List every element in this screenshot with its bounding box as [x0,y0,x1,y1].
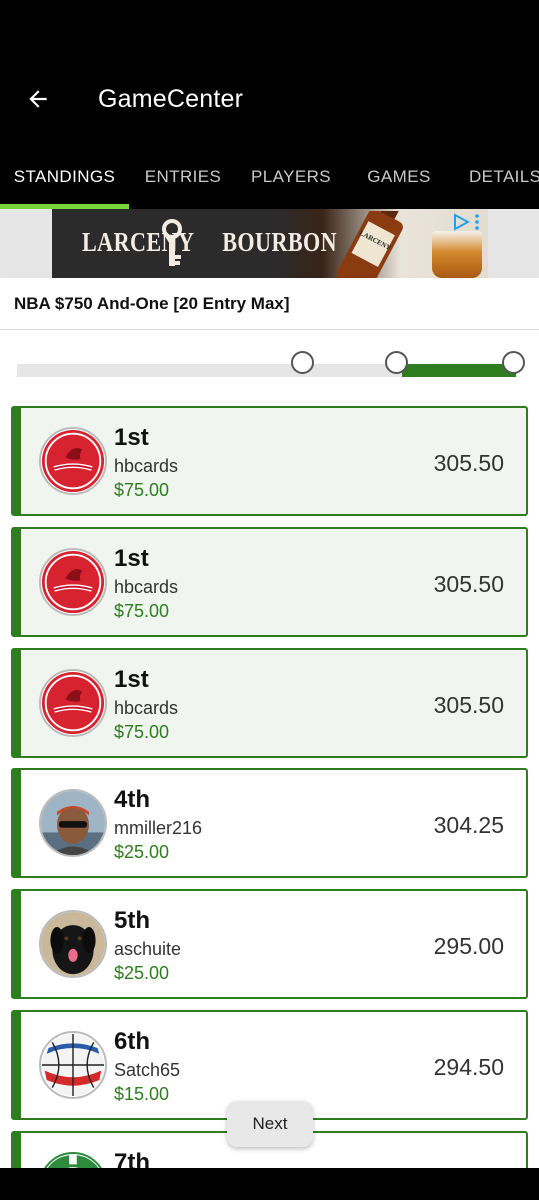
page-title: GameCenter [98,85,244,113]
score: 304.25 [433,812,504,838]
username: hbcards [114,456,179,476]
basketball-icon [41,1033,105,1097]
prize-amount: $75.00 [114,601,170,621]
poker-chip-icon [47,1154,99,1168]
slider-node[interactable] [385,351,408,374]
ad-text-right: BOURBON [222,227,338,257]
standing-card[interactable]: 1st hbcards $75.00 305.50 [11,527,528,637]
avatar [39,427,107,495]
whiskey-glass-image [432,231,482,278]
score: 295.00 [433,933,504,959]
user-photo-icon [41,791,105,855]
tab-games[interactable]: GAMES [345,145,453,209]
arrow-left-icon [29,90,47,108]
contest-name: NBA $750 And-One [20 Entry Max] [14,294,290,313]
username: Satch65 [114,1060,181,1080]
avatar [39,1031,107,1099]
prize-amount: $75.00 [114,480,170,500]
dog-photo-icon [41,912,105,976]
score: 305.50 [433,692,504,718]
rank: 6th [114,1028,150,1055]
rank: 1st [114,424,149,451]
cardinals-logo-icon [41,429,105,493]
slider-fill [402,364,516,377]
username: aschuite [114,939,182,959]
standing-card[interactable]: 1st hbcards $75.00 305.50 [11,648,528,758]
ad-banner-container: LARCENY BOURBON LARCENY [0,209,539,278]
prize-amount: $25.00 [114,842,170,862]
prize-amount: $15.00 [114,1084,170,1104]
standing-card[interactable]: 1st hbcards $75.00 305.50 [11,406,528,516]
ad-menu-icon[interactable] [474,214,480,230]
rank: 4th [114,786,150,813]
rank: 5th [114,907,150,934]
prize-amount: $75.00 [114,722,170,742]
back-button[interactable] [16,77,60,121]
avatar [39,548,107,616]
avatar [39,910,107,978]
username: hbcards [114,698,179,718]
next-button[interactable]: Next [227,1101,313,1147]
ad-brand-text: LARCENY BOURBON [82,227,337,258]
avatar [39,669,107,737]
ad-play-icon[interactable] [452,213,470,231]
standing-card[interactable]: 4th mmiller216 $25.00 304.25 [11,768,528,878]
bourbon-bottle-image: LARCENY [337,211,407,278]
tab-players[interactable]: PLAYERS [237,145,345,209]
key-icon [162,219,182,266]
score: 305.50 [433,450,504,476]
tab-standings[interactable]: STANDINGS [0,145,129,209]
standings-content: 1st hbcards $75.00 305.50 1st hbcards $7… [0,330,539,1168]
tab-details[interactable]: DETAILS [453,145,539,209]
slider-node-selected[interactable] [502,351,525,374]
username: mmiller216 [114,818,203,838]
standing-card[interactable]: 5th aschuite $25.00 295.00 [11,889,528,999]
slider-node[interactable] [291,351,314,374]
score: 294.50 [433,1054,504,1080]
app-bar: GameCenter [0,55,539,145]
tab-bar: STANDINGS ENTRIES PLAYERS GAMES DETAILS [0,145,539,209]
rank: 7th [114,1149,150,1168]
contest-header: NBA $750 And-One [20 Entry Max] [0,278,539,330]
rank: 1st [114,666,149,693]
rank: 1st [114,545,149,572]
score: 305.50 [433,571,504,597]
prize-amount: $25.00 [114,963,170,983]
tab-entries[interactable]: ENTRIES [129,145,237,209]
cardinals-logo-icon [41,550,105,614]
username: hbcards [114,577,179,597]
range-slider[interactable] [0,330,539,400]
cardinals-logo-icon [41,671,105,735]
ad-banner[interactable]: LARCENY BOURBON LARCENY [52,209,488,278]
system-nav-bar [0,1168,539,1200]
avatar [39,789,107,857]
avatar [39,1152,107,1168]
status-bar [0,0,539,55]
